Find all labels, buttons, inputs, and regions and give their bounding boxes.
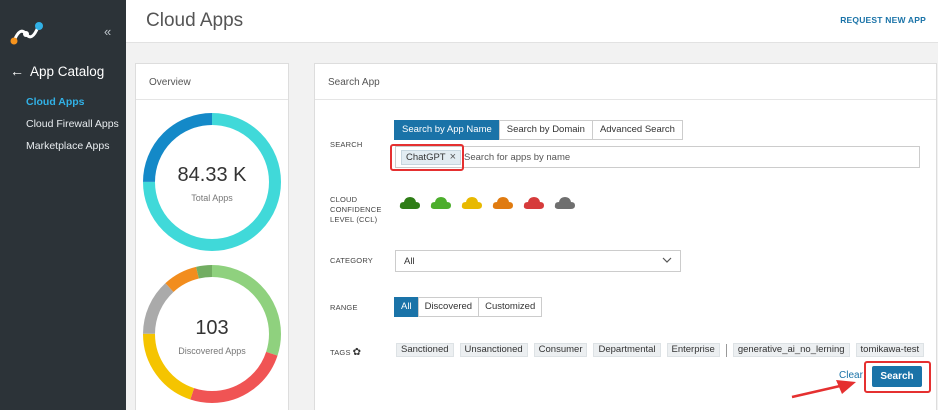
app-search-field[interactable]: ChatGPT × [395,146,920,168]
search-button[interactable]: Search [872,366,922,387]
request-new-app-link[interactable]: REQUEST NEW APP [840,15,926,25]
tag-divider [725,343,727,357]
tag-generative-ai-no-lerning[interactable]: generative_ai_no_lerning [732,343,850,357]
gear-icon[interactable]: ✿ [353,347,362,358]
range-discovered-button[interactable]: Discovered [417,297,480,317]
tags-label-row: TAGS ✿ [330,348,361,358]
tab-advanced-search[interactable]: Advanced Search [591,120,683,140]
overview-panel: Overview 84.33 K Total Apps 103 Discover… [135,63,289,410]
tag-sanctioned[interactable]: Sanctioned [396,343,454,357]
tag-departmental[interactable]: Departmental [593,343,661,357]
ccl-medium-cloud-icon[interactable] [461,196,483,210]
category-select[interactable]: All [395,250,681,272]
page-title: Cloud Apps [146,10,244,31]
sidebar-item-marketplace-apps[interactable]: Marketplace Apps [26,139,119,161]
sidebar-section-title: App Catalog [30,63,105,79]
ccl-cloud-filters [399,196,576,210]
sidebar-nav: Cloud Apps Cloud Firewall Apps Marketpla… [26,95,119,161]
tags-label: TAGS [330,348,351,357]
search-chip: ChatGPT × [401,150,462,165]
ccl-unknown-cloud-icon[interactable] [554,196,576,210]
sidebar-item-cloud-apps[interactable]: Cloud Apps [26,95,119,117]
range-label: RANGE [330,303,358,312]
range-customized-button[interactable]: Customized [478,297,543,317]
ccl-poor-cloud-icon[interactable] [523,196,545,210]
tag-filters: Sanctioned Unsanctioned Consumer Departm… [396,343,925,357]
ccl-low-cloud-icon[interactable] [492,196,514,210]
ccl-label-3: LEVEL (CCL) [330,215,378,224]
discovered-apps-value: 103 [195,317,229,339]
tag-tomikawa-test[interactable]: tomikawa-test [855,343,925,357]
back-arrow-icon: ← [10,63,24,79]
sidebar: « ← App Catalog Cloud Apps Cloud Firewal… [0,0,126,410]
tab-search-by-domain[interactable]: Search by Domain [498,120,593,140]
search-label: SEARCH [330,140,363,149]
sidebar-item-cloud-firewall-apps[interactable]: Cloud Firewall Apps [26,117,119,139]
discovered-apps-label: Discovered Apps [178,346,246,356]
overview-title: Overview [136,64,288,100]
back-to-app-catalog[interactable]: ← App Catalog [10,63,104,79]
search-app-panel: Search App SEARCH Search by App Name Sea… [314,63,937,410]
ccl-excellent-cloud-icon[interactable] [399,196,421,210]
ccl-high-cloud-icon[interactable] [430,196,452,210]
search-chip-label: ChatGPT [406,152,446,163]
range-all-button[interactable]: All [394,297,419,317]
search-app-title: Search App [315,64,936,100]
tag-consumer[interactable]: Consumer [533,343,588,357]
ccl-label-2: CONFIDENCE [330,205,382,214]
tag-enterprise[interactable]: Enterprise [666,343,720,357]
total-apps-label: Total Apps [191,193,233,203]
category-selected-value: All [404,256,415,267]
chip-remove-icon[interactable]: × [450,151,456,164]
range-toggle: All Discovered Customized [394,297,543,317]
chevron-down-icon [662,257,672,263]
search-input[interactable] [464,149,904,165]
ccl-label-1: CLOUD [330,195,358,204]
collapse-sidebar-icon[interactable]: « [104,24,111,39]
pointer-arrow-icon [791,380,856,399]
tab-search-by-app-name[interactable]: Search by App Name [394,120,500,140]
total-apps-value: 84.33 K [177,164,247,186]
category-label: CATEGORY [330,256,373,265]
search-mode-tabs: Search by App Name Search by Domain Adva… [394,120,683,140]
page-header: Cloud Apps REQUEST NEW APP [126,0,938,43]
tag-unsanctioned[interactable]: Unsanctioned [459,343,528,357]
netskope-logo-icon[interactable] [10,20,44,46]
